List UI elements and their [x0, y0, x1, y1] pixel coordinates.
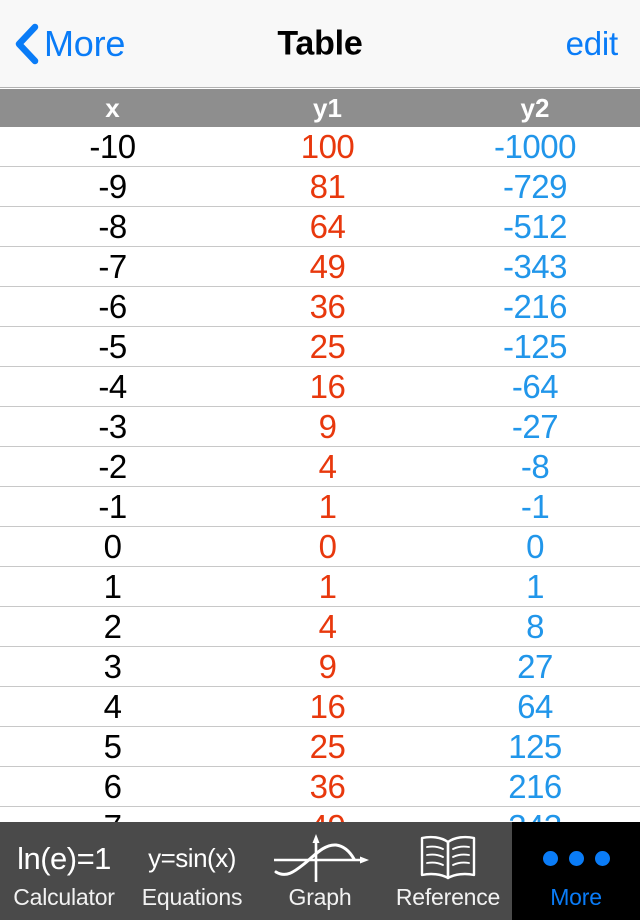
cell-x: -10: [89, 127, 136, 165]
column-header-y1: y1: [313, 92, 342, 123]
cell-y2: -64: [511, 367, 559, 405]
cell-x: -1: [98, 487, 127, 525]
tab-label: Equations: [141, 884, 243, 910]
cell-y2: 125: [508, 727, 562, 765]
cell-x: -2: [98, 447, 127, 485]
open-book-icon: [417, 832, 479, 884]
tab-icon-text: y=sin(x): [148, 843, 236, 873]
cell-y1: 81: [309, 167, 346, 205]
table-row[interactable]: -8 64 -512: [0, 207, 640, 247]
tab-icon-text: ln(e)=1: [17, 840, 111, 876]
cell-y2: 343: [430, 807, 640, 823]
cell-y1: 9: [318, 407, 337, 445]
cell-y1: 4: [318, 447, 337, 485]
cell-y1: 25: [309, 727, 346, 765]
table-row[interactable]: 0 0 0: [0, 527, 640, 567]
table-row[interactable]: -5 25 -125: [0, 327, 640, 367]
tab-label: Reference: [395, 884, 501, 910]
table-row[interactable]: 5 25 125: [0, 727, 640, 767]
cell-y2: -729: [502, 167, 568, 205]
table-row[interactable]: 3 9 27: [0, 647, 640, 687]
cell-y1: 36: [309, 287, 346, 325]
cell-y2: -512: [502, 207, 568, 245]
cell-x: 7: [0, 807, 225, 823]
table-row[interactable]: -6 36 -216: [0, 287, 640, 327]
cell-y2: 216: [508, 767, 562, 805]
cell-y1: 0: [318, 527, 337, 565]
column-header-x: x: [105, 92, 120, 123]
cell-x: -3: [98, 407, 127, 445]
cell-y1: 36: [309, 767, 346, 805]
edit-button[interactable]: edit: [566, 25, 619, 63]
cell-x: 2: [103, 607, 122, 645]
table-row[interactable]: -7 49 -343: [0, 247, 640, 287]
cell-x: -6: [98, 287, 127, 325]
table-body[interactable]: -10 100 -1000 -9 81 -729 -8 64 -512 -7 49 -343 -6 36-…: [0, 127, 640, 822]
cell-x: -5: [98, 327, 127, 365]
table-row[interactable]: -9 81 -729: [0, 167, 640, 207]
cell-y2: 8: [526, 607, 544, 645]
page-title: Table: [277, 24, 363, 62]
cell-y2: -1000: [494, 127, 576, 165]
table-row[interactable]: 6 36 216: [0, 767, 640, 807]
cell-x: -4: [98, 367, 127, 405]
ln-e-equals-1-icon: ln(e)=1: [17, 832, 111, 884]
table-column-header: x y1 y2: [0, 89, 640, 127]
column-header-y2: y2: [520, 92, 550, 123]
cell-y1: 49: [309, 247, 346, 285]
navigation-bar: More Table edit: [0, 0, 640, 88]
table-screen: More Table edit x y1 y2 -10 100 -1000 -9 81-…: [0, 0, 640, 920]
table-row[interactable]: 1 1 1: [0, 567, 640, 607]
cell-x: 5: [103, 727, 122, 765]
cell-y1: 100: [300, 127, 355, 165]
graph-curve-icon: [266, 832, 374, 884]
tab-reference[interactable]: Reference: [384, 822, 512, 920]
cell-y2: -8: [520, 447, 550, 485]
cell-y2: 27: [517, 647, 553, 685]
cell-y2: -216: [502, 287, 568, 325]
table-row[interactable]: -2 4 -8: [0, 447, 640, 487]
tab-graph[interactable]: Graph: [256, 822, 384, 920]
tab-label: Graph: [288, 884, 352, 910]
cell-y1: 25: [309, 327, 346, 365]
cell-x: -8: [98, 207, 127, 245]
table-row[interactable]: 2 4 8: [0, 607, 640, 647]
cell-x: 0: [103, 527, 122, 565]
tab-more[interactable]: More: [512, 822, 640, 920]
cell-y2: -1: [520, 487, 550, 525]
tab-bar: ln(e)=1 Calculator y=sin(x) Equations Graph R…: [0, 822, 640, 920]
cell-y1: 64: [309, 207, 346, 245]
tab-label: Calculator: [13, 884, 115, 910]
cell-y2: -27: [511, 407, 559, 445]
cell-y2: 64: [517, 687, 553, 725]
cell-x: -9: [98, 167, 127, 205]
cell-y1: 1: [318, 487, 337, 525]
cell-y2: 0: [526, 527, 544, 565]
tab-label: More: [550, 884, 602, 910]
cell-y1: 16: [309, 367, 346, 405]
cell-y1: 1: [318, 567, 337, 605]
cell-y1: 4: [318, 607, 337, 645]
cell-x: 3: [103, 647, 122, 685]
tab-calculator[interactable]: ln(e)=1 Calculator: [0, 822, 128, 920]
cell-x: 4: [103, 687, 122, 725]
table-row[interactable]: 749343: [0, 807, 640, 822]
table-row[interactable]: -3 9 -27: [0, 407, 640, 447]
cell-y2: -125: [502, 327, 568, 365]
table-row[interactable]: 4 16 64: [0, 687, 640, 727]
cell-x: 6: [103, 767, 122, 805]
cell-x: -7: [98, 247, 127, 285]
three-dots-icon: [542, 832, 610, 884]
cell-x: 1: [103, 567, 122, 605]
tab-equations[interactable]: y=sin(x) Equations: [128, 822, 256, 920]
cell-y1: 49: [225, 807, 430, 823]
cell-y2: 1: [526, 567, 544, 605]
cell-y2: -343: [502, 247, 568, 285]
y-equals-sin-x-icon: y=sin(x): [148, 832, 236, 884]
cell-y1: 9: [318, 647, 337, 685]
table-row[interactable]: -10 100 -1000: [0, 127, 640, 167]
table-row[interactable]: -4 16 -64: [0, 367, 640, 407]
cell-y1: 16: [309, 687, 346, 725]
table-row[interactable]: -1 1 -1: [0, 487, 640, 527]
